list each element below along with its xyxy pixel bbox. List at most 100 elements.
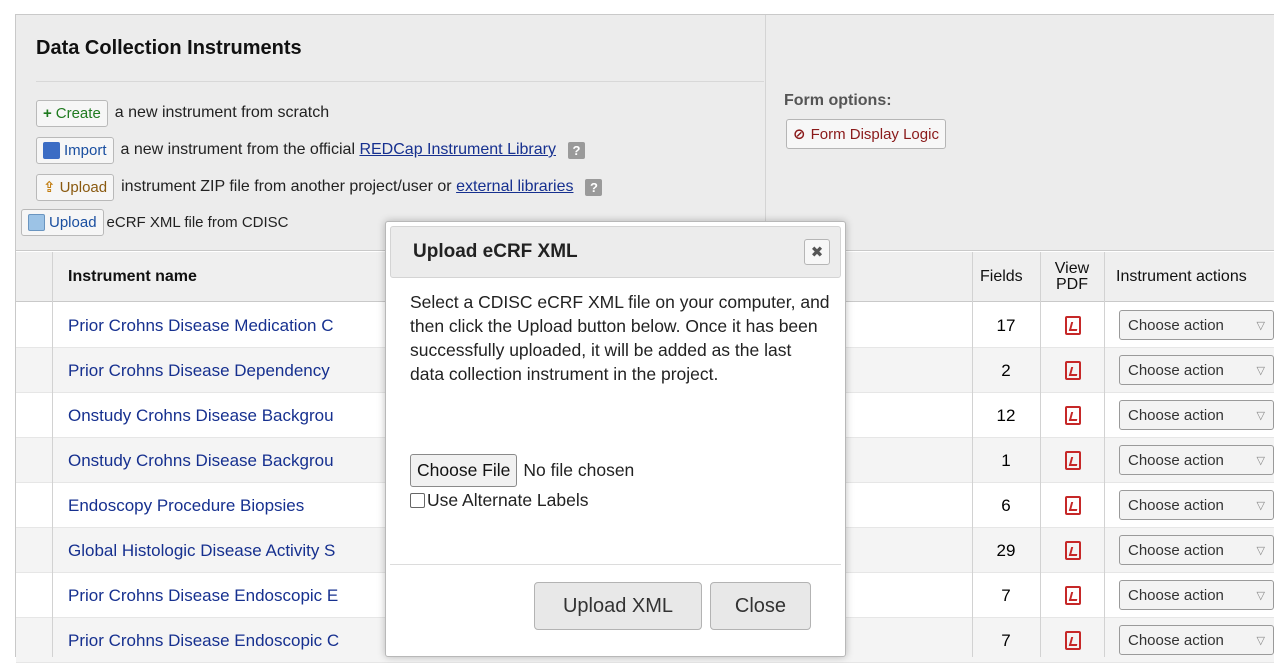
- xml-upload-icon: [28, 213, 45, 231]
- dialog-close-button[interactable]: Close: [710, 582, 811, 630]
- pdf-icon: [1064, 451, 1081, 470]
- dialog-header: Upload eCRF XML ✖: [390, 226, 841, 278]
- upload-xml-submit-button[interactable]: Upload XML: [534, 582, 702, 630]
- column-instrument-actions: Instrument actions: [1116, 268, 1247, 285]
- instruments-header: Data Collection Instruments + Create a n…: [16, 15, 1274, 251]
- upload-xml-button-label: Upload: [49, 213, 97, 231]
- view-pdf-button[interactable]: [1041, 438, 1104, 483]
- instrument-name-link[interactable]: Prior Crohns Disease Endoscopic E: [68, 573, 338, 618]
- choose-action-dropdown[interactable]: Choose action ▽: [1119, 400, 1274, 430]
- file-input: Choose File No file chosen: [410, 454, 634, 487]
- choose-action-label: Choose action: [1128, 451, 1224, 469]
- upload-zip-description: instrument ZIP file from another project…: [121, 178, 452, 195]
- chevron-down-icon: ▽: [1256, 454, 1265, 467]
- pdf-icon: [1064, 631, 1081, 650]
- instrument-name-link[interactable]: Prior Crohns Disease Endoscopic C: [68, 618, 339, 663]
- create-description: a new instrument from scratch: [114, 104, 330, 121]
- pdf-icon: [1064, 406, 1081, 425]
- upload-zip-button-label: Upload: [59, 178, 108, 196]
- import-icon: [43, 141, 60, 159]
- import-button-label: Import: [64, 141, 107, 159]
- choose-action-label: Choose action: [1128, 361, 1224, 379]
- close-icon[interactable]: ✖: [804, 239, 830, 265]
- chevron-down-icon: ▽: [1256, 544, 1265, 557]
- header-left: Data Collection Instruments + Create a n…: [16, 15, 766, 251]
- view-pdf-button[interactable]: [1041, 573, 1104, 618]
- form-display-logic-button[interactable]: ⊘ Form Display Logic: [786, 119, 946, 149]
- choose-action-label: Choose action: [1128, 406, 1224, 424]
- choose-action-label: Choose action: [1128, 541, 1224, 559]
- pdf-icon: [1064, 361, 1081, 380]
- choose-action-label: Choose action: [1128, 631, 1224, 649]
- eye-slash-icon: ⊘: [793, 126, 806, 143]
- choose-action-dropdown[interactable]: Choose action ▽: [1119, 580, 1274, 610]
- choose-action-dropdown[interactable]: Choose action ▽: [1119, 625, 1274, 655]
- alternate-labels-label: Use Alternate Labels: [427, 490, 589, 510]
- upload-icon: ⇪: [43, 179, 56, 196]
- help-icon[interactable]: ?: [567, 141, 585, 159]
- pdf-icon: [1064, 316, 1081, 335]
- create-row: + Create a new instrument from scratch: [36, 99, 329, 127]
- choose-action-dropdown[interactable]: Choose action ▽: [1119, 310, 1274, 340]
- instrument-name-link[interactable]: Onstudy Crohns Disease Backgrou: [68, 393, 334, 438]
- view-pdf-button[interactable]: [1041, 618, 1104, 663]
- field-count: 17: [996, 315, 1016, 335]
- choose-action-dropdown[interactable]: Choose action ▽: [1119, 490, 1274, 520]
- alternate-labels-checkbox[interactable]: [410, 493, 425, 508]
- choose-action-dropdown[interactable]: Choose action ▽: [1119, 445, 1274, 475]
- dialog-title: Upload eCRF XML: [413, 241, 578, 262]
- view-pdf-button[interactable]: [1041, 528, 1104, 573]
- choose-file-button[interactable]: Choose File: [410, 454, 518, 487]
- upload-xml-row: Upload eCRF XML file from CDISC: [21, 208, 289, 236]
- chevron-down-icon: ▽: [1256, 634, 1265, 647]
- chevron-down-icon: ▽: [1256, 499, 1265, 512]
- create-button-label: Create: [55, 104, 101, 122]
- create-button[interactable]: + Create: [36, 99, 108, 127]
- dialog-description: Select a CDISC eCRF XML file on your com…: [410, 292, 830, 384]
- view-pdf-button[interactable]: [1041, 483, 1104, 528]
- instrument-name-link[interactable]: Global Histologic Disease Activity S: [68, 528, 335, 573]
- view-pdf-button[interactable]: [1041, 348, 1104, 393]
- import-button[interactable]: Import: [36, 136, 114, 164]
- choose-action-dropdown[interactable]: Choose action ▽: [1119, 535, 1274, 565]
- external-libraries-link[interactable]: external libraries: [456, 178, 573, 196]
- redcap-library-link[interactable]: REDCap Instrument Library: [359, 141, 556, 159]
- view-pdf-button[interactable]: [1041, 303, 1104, 348]
- choose-action-label: Choose action: [1128, 586, 1224, 604]
- view-pdf-button[interactable]: [1041, 393, 1104, 438]
- column-view-pdf-line2: PDF: [1056, 276, 1088, 293]
- pdf-icon: [1064, 541, 1081, 560]
- field-count: 12: [996, 405, 1016, 425]
- choose-action-dropdown[interactable]: Choose action ▽: [1119, 355, 1274, 385]
- column-view-pdf-line1: View: [1054, 260, 1090, 277]
- column-fields: Fields: [980, 268, 1023, 285]
- column-instrument-name: Instrument name: [68, 268, 197, 285]
- instrument-name-link[interactable]: Onstudy Crohns Disease Backgrou: [68, 438, 334, 483]
- column-divider: [52, 252, 53, 657]
- choose-action-label: Choose action: [1128, 316, 1224, 334]
- upload-xml-button[interactable]: Upload: [21, 208, 104, 236]
- field-count: 6: [1001, 495, 1011, 515]
- chevron-down-icon: ▽: [1256, 589, 1265, 602]
- help-icon[interactable]: ?: [585, 178, 603, 196]
- alternate-labels-option: Use Alternate Labels: [410, 490, 589, 511]
- column-divider: [1040, 252, 1041, 657]
- upload-ecrf-dialog: Upload eCRF XML ✖ Select a CDISC eCRF XM…: [385, 221, 846, 657]
- upload-xml-description: eCRF XML file from CDISC: [106, 213, 289, 231]
- instrument-name-link[interactable]: Endoscopy Procedure Biopsies: [68, 483, 304, 528]
- form-options-label: Form options:: [784, 92, 892, 109]
- instrument-name-link[interactable]: Prior Crohns Disease Medication C: [68, 303, 334, 348]
- title-divider: [36, 81, 764, 82]
- upload-zip-button[interactable]: ⇪ Upload: [36, 173, 115, 201]
- chevron-down-icon: ▽: [1256, 364, 1265, 377]
- no-file-text: No file chosen: [523, 460, 635, 480]
- instrument-name-link[interactable]: Prior Crohns Disease Dependency: [68, 348, 330, 393]
- dialog-divider: [390, 564, 841, 565]
- field-count: 2: [1001, 360, 1011, 380]
- choose-action-label: Choose action: [1128, 496, 1224, 514]
- import-row: Import a new instrument from the officia…: [36, 136, 585, 164]
- column-divider: [972, 252, 973, 657]
- page-title: Data Collection Instruments: [36, 37, 302, 59]
- field-count: 7: [1001, 630, 1011, 650]
- pdf-icon: [1064, 496, 1081, 515]
